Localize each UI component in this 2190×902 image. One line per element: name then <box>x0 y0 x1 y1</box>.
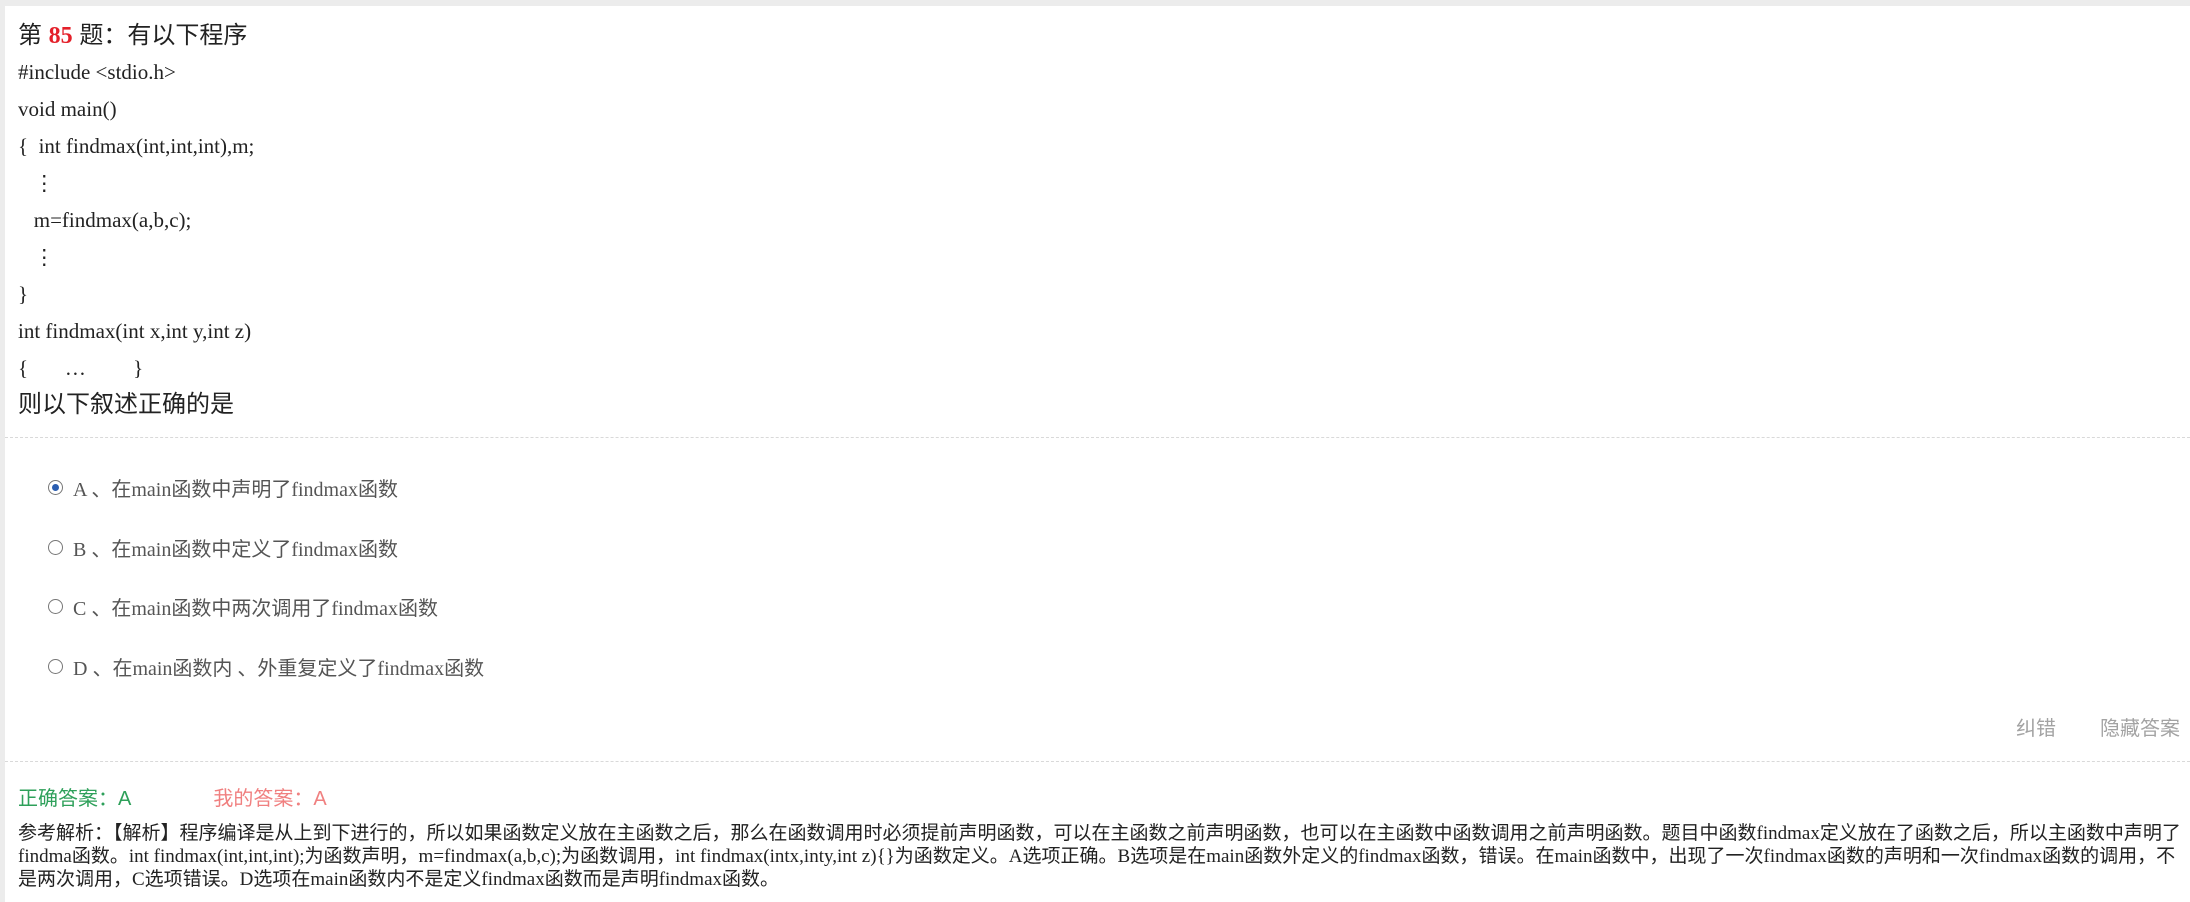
code-line: ⋮ <box>18 171 55 195</box>
question-title: 第 85 题：有以下程序 <box>18 18 2178 54</box>
radio-icon[interactable] <box>48 658 63 674</box>
my-answer: 我的答案：A <box>213 788 327 810</box>
option-list: A 、在main函数中声明了findmax函数 B 、在main函数中定义了fi… <box>48 458 484 696</box>
left-border <box>0 0 5 902</box>
code-line: } <box>18 282 29 306</box>
option-label: C 、在main函数中两次调用了findmax函数 <box>73 598 438 621</box>
correct-answer: 正确答案：A <box>18 788 132 810</box>
code-line: int findmax(int x,int y,int z) <box>18 319 252 343</box>
question-prefix: 第 <box>18 22 49 49</box>
report-error-link[interactable]: 纠错 <box>2016 712 2056 741</box>
hide-answer-link[interactable]: 隐藏答案 <box>2100 712 2180 741</box>
code-line: void main() <box>18 97 117 121</box>
code-line: #include <stdio.h> <box>18 60 176 84</box>
radio-icon[interactable] <box>48 539 63 555</box>
answer-analysis: 参考解析：【解析】程序编译是从上到下进行的，所以如果函数定义放在主函数之后，那么… <box>18 823 2181 890</box>
answer-row: 正确答案：A 我的答案：A <box>18 782 327 811</box>
option-d[interactable]: D 、在main函数内 、外重复定义了findmax函数 <box>48 637 484 697</box>
top-border <box>0 0 2190 6</box>
question-title-text: 题：有以下程序 <box>72 22 248 49</box>
question-stem: 第 85 题：有以下程序 #include <stdio.h> void mai… <box>18 18 2178 423</box>
question-prompt: 则以下叙述正确的是 <box>18 391 234 418</box>
question-number: 85 <box>48 23 73 49</box>
code-line: m=findmax(a,b,c); <box>18 208 192 232</box>
radio-selected-icon[interactable] <box>48 480 63 496</box>
radio-icon[interactable] <box>48 599 63 615</box>
option-label: B 、在main函数中定义了findmax函数 <box>73 538 398 561</box>
code-line: { … } <box>18 356 144 380</box>
action-links: 纠错 隐藏答案 <box>2016 712 2180 741</box>
divider <box>5 437 2190 438</box>
option-label: A 、在main函数中声明了findmax函数 <box>73 479 398 502</box>
option-c[interactable]: C 、在main函数中两次调用了findmax函数 <box>48 577 484 637</box>
code-line: ⋮ <box>18 245 55 269</box>
divider <box>5 761 2190 762</box>
code-line: { int findmax(int,int,int),m; <box>18 134 255 158</box>
option-a[interactable]: A 、在main函数中声明了findmax函数 <box>48 458 484 518</box>
option-b[interactable]: B 、在main函数中定义了findmax函数 <box>48 518 484 578</box>
code-block: #include <stdio.h> void main() { int fin… <box>18 54 2178 387</box>
option-label: D 、在main函数内 、外重复定义了findmax函数 <box>73 657 485 680</box>
